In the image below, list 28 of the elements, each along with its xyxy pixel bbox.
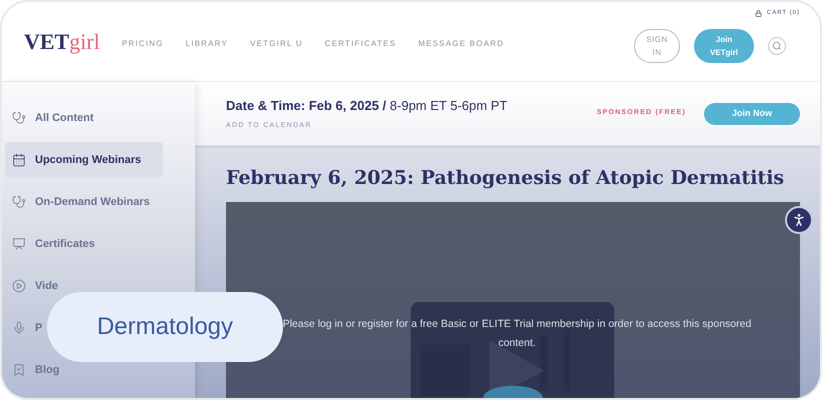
- sidebar-item[interactable]: On-Demand Webinars: [5, 192, 154, 212]
- lock-icon: [754, 10, 762, 17]
- webinar-title: February 6, 2025: Pathogenesis of Atopic Dermatitis: [226, 166, 786, 191]
- login-notice: Please log in or register for a free Basic or ELITE Trial membership in order to access this sponsored content.: [282, 317, 752, 351]
- sidebar-item[interactable]: Blog: [5, 360, 64, 380]
- nav-icon: [12, 195, 26, 209]
- search-icon[interactable]: [768, 36, 786, 54]
- nav-link[interactable]: MESSAGE BOARD: [418, 38, 504, 50]
- join-now-button[interactable]: Join Now: [704, 102, 800, 124]
- nav-link[interactable]: CERTIFICATES: [324, 38, 396, 50]
- nav-link[interactable]: PRICING: [122, 38, 164, 50]
- sidebar-item[interactable]: All Content: [5, 108, 98, 128]
- sidebar-item[interactable]: P: [5, 318, 46, 338]
- topic-tag: Dermatology: [47, 292, 283, 362]
- sidebar-item[interactable]: Certificates: [5, 234, 99, 254]
- date-time: Date & Time: Feb 6, 2025 / 8-9pm ET 5-6pm PT: [226, 96, 508, 115]
- nav-link[interactable]: VETGIRL U: [250, 38, 303, 50]
- join-button[interactable]: Join VETgirl: [694, 28, 754, 62]
- sign-in-button[interactable]: SIGN IN: [634, 28, 680, 62]
- nav-icon: [12, 111, 26, 125]
- nav-icon: [12, 153, 26, 167]
- nav-icon: [12, 321, 26, 335]
- logo[interactable]: VETgirl: [24, 25, 100, 58]
- nav-link[interactable]: LIBRARY: [186, 38, 228, 50]
- nav-icon: [12, 279, 26, 293]
- nav-icon: [12, 237, 26, 251]
- sidebar-item[interactable]: Upcoming Webinars: [5, 142, 163, 178]
- nav-icon: [12, 363, 26, 377]
